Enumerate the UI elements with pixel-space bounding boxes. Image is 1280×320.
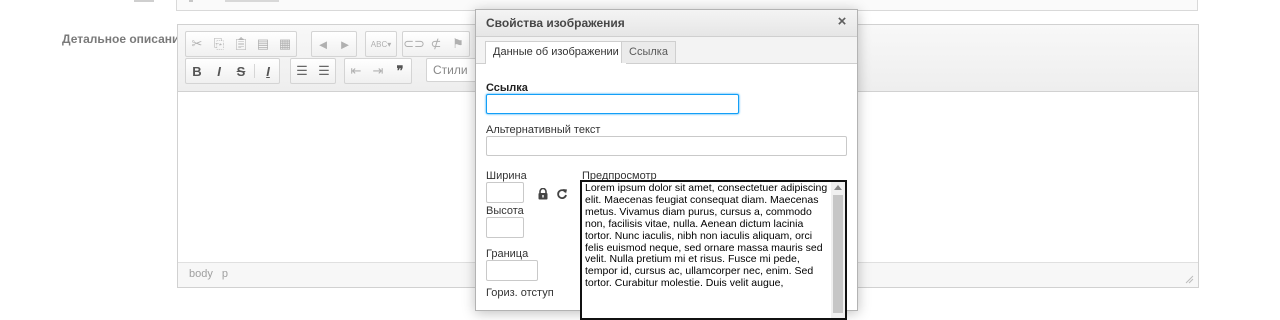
strike-icon[interactable]: S	[230, 60, 252, 82]
height-label: Высота	[486, 205, 524, 217]
alt-text-label: Альтернативный текст	[486, 124, 601, 136]
previous-field-value-fragment	[225, 0, 279, 2]
undo-icon[interactable]: ◄	[312, 33, 334, 55]
path-item-body[interactable]: body	[189, 268, 213, 280]
url-input[interactable]	[486, 94, 739, 114]
hspace-label: Гориз. отступ	[486, 287, 554, 299]
close-icon[interactable]: ×	[833, 13, 851, 31]
previous-field-fragment	[189, 0, 193, 2]
bulleted-list-icon[interactable]: ☰	[313, 60, 335, 82]
list-group: ☰ ☰	[290, 58, 336, 84]
dialog-tabs: Данные об изображении Ссылка	[476, 37, 857, 64]
dialog-title: Свойства изображения	[486, 16, 625, 30]
reset-size-icon[interactable]	[556, 188, 568, 200]
indent-group: ⇤ ⇥ ❞	[344, 58, 412, 84]
toolbar-separator	[254, 64, 255, 78]
image-properties-dialog: Свойства изображения × Данные об изображ…	[475, 9, 858, 320]
outdent-icon[interactable]: ⇤	[345, 60, 367, 82]
basic-styles-group: B I S I	[185, 58, 280, 84]
numbered-list-icon[interactable]: ☰	[291, 60, 313, 82]
cut-icon[interactable]: ✂	[186, 33, 208, 55]
detail-description-label: Детальное описание	[62, 32, 187, 46]
styles-dropdown[interactable]: Стили	[426, 58, 482, 82]
alt-text-input[interactable]	[486, 136, 847, 156]
element-path: body p	[189, 268, 234, 280]
tab-image-info[interactable]: Данные об изображении	[485, 41, 627, 64]
preview-box: Lorem ipsum dolor sit amet, consectetuer…	[580, 180, 847, 320]
redo-icon[interactable]: ►	[334, 33, 356, 55]
height-input[interactable]	[486, 217, 524, 238]
border-label: Граница	[486, 248, 529, 260]
url-label: Ссылка	[486, 82, 528, 94]
tab-link[interactable]: Ссылка	[621, 41, 676, 63]
path-item-p[interactable]: p	[222, 268, 228, 280]
bold-icon[interactable]: B	[186, 60, 208, 82]
spellcheck-icon[interactable]: ABC▾	[366, 33, 396, 55]
remove-format-icon[interactable]: I	[257, 60, 279, 82]
border-input[interactable]	[486, 260, 538, 281]
blockquote-icon[interactable]: ❞	[389, 60, 411, 82]
width-input[interactable]	[486, 182, 524, 203]
paste-text-icon[interactable]: ▤	[252, 33, 274, 55]
link-group: ⊂⊃ ⊄ ⚑	[402, 31, 470, 57]
scrollbar-thumb[interactable]	[833, 195, 843, 313]
preview-scrollbar[interactable]	[831, 182, 845, 318]
spellcheck-group: ABC▾	[365, 31, 397, 57]
undo-group: ◄ ►	[311, 31, 357, 57]
anchor-flag-icon[interactable]: ⚑	[447, 33, 469, 55]
previous-field-label-fragment	[134, 0, 154, 2]
scroll-up-arrow-icon[interactable]	[834, 185, 842, 190]
unlink-icon[interactable]: ⊄	[425, 33, 447, 55]
resize-handle-icon[interactable]	[1184, 274, 1194, 284]
width-label: Ширина	[486, 170, 527, 182]
dialog-title-bar[interactable]: Свойства изображения ×	[476, 10, 857, 37]
italic-icon[interactable]: I	[208, 60, 230, 82]
copy-icon[interactable]: ⎘	[208, 33, 230, 55]
paste-icon[interactable]: 📋︎	[230, 33, 252, 55]
clipboard-group: ✂ ⎘ 📋︎ ▤ ▦	[185, 31, 297, 57]
preview-text: Lorem ipsum dolor sit amet, consectetuer…	[585, 182, 828, 290]
paste-word-icon[interactable]: ▦	[274, 33, 296, 55]
indent-icon[interactable]: ⇥	[367, 60, 389, 82]
link-icon[interactable]: ⊂⊃	[403, 33, 425, 55]
lock-ratio-icon[interactable]	[537, 188, 549, 200]
